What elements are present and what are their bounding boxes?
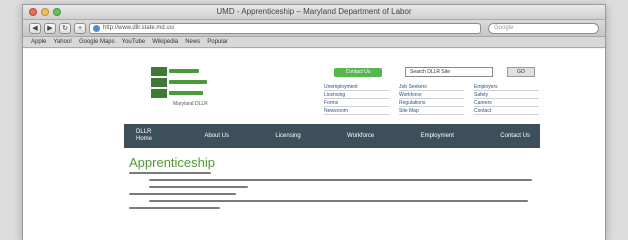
site-logo[interactable]: Maryland DLLR	[151, 67, 213, 109]
quick-link[interactable]: Licensing	[324, 91, 389, 99]
bookmark-item[interactable]: News	[185, 39, 200, 45]
bookmarks-bar: Apple Yahoo! Google Maps YouTube Wikiped…	[23, 37, 605, 48]
logo-tagline: Maryland DLLR	[173, 101, 208, 107]
bookmark-item[interactable]: YouTube	[122, 39, 146, 45]
title-bar: UMD - Apprenticeship – Maryland Departme…	[23, 5, 605, 20]
nav-item-contact[interactable]: Contact Us	[500, 133, 530, 140]
window-title: UMD - Apprenticeship – Maryland Departme…	[216, 7, 412, 16]
back-arrow-icon[interactable]: ◀	[29, 22, 41, 34]
logo-wordmark-line	[169, 80, 207, 84]
page-content: Maryland DLLR Contact Us Search DLLR Sit…	[23, 49, 605, 240]
bookmark-item[interactable]: Yahoo!	[53, 39, 72, 45]
text-line	[129, 193, 237, 195]
logo-block	[151, 89, 167, 98]
text-line	[149, 179, 533, 181]
logo-block	[151, 67, 167, 76]
logo-wordmark-line	[169, 91, 203, 95]
logo-block	[151, 78, 167, 87]
quick-link[interactable]: Workforce	[399, 91, 464, 99]
page-title: Apprenticeship	[129, 155, 215, 170]
contact-button[interactable]: Contact Us	[334, 68, 382, 77]
quick-link[interactable]: Careers	[474, 99, 539, 107]
text-line	[129, 172, 212, 174]
add-bookmark-icon[interactable]: +	[74, 22, 86, 34]
nav-item-licensing[interactable]: Licensing	[275, 133, 300, 140]
bookmark-item[interactable]: Wikipedia	[152, 39, 178, 45]
quick-link[interactable]: Newsroom	[324, 107, 389, 115]
forward-arrow-icon[interactable]: ▶	[44, 22, 56, 34]
url-text: http://www.dllr.state.md.us/	[103, 25, 175, 31]
nav-item-home[interactable]: DLLR Home	[136, 129, 158, 143]
quick-link[interactable]: Contact	[474, 107, 539, 115]
quick-link[interactable]: Employers	[474, 83, 539, 91]
quick-link[interactable]: Site Map	[399, 107, 464, 115]
quick-link[interactable]: Job Seekers	[399, 83, 464, 91]
address-bar[interactable]: http://www.dllr.state.md.us/	[89, 22, 481, 34]
nav-item-employment[interactable]: Employment	[421, 133, 454, 140]
text-line	[149, 186, 248, 188]
site-search-input[interactable]: Search DLLR Site	[405, 67, 493, 77]
bookmark-item[interactable]: Apple	[31, 39, 46, 45]
browser-toolbar: ◀ ▶ ↻ + http://www.dllr.state.md.us/ Goo…	[23, 20, 605, 37]
quick-link[interactable]: Forms	[324, 99, 389, 107]
browser-search-input[interactable]: Google	[488, 22, 599, 34]
quick-link[interactable]: Regulations	[399, 99, 464, 107]
nav-item-about[interactable]: About Us	[204, 133, 229, 140]
body-text	[129, 172, 541, 214]
logo-wordmark-line	[169, 69, 199, 73]
quick-link[interactable]: Safety	[474, 91, 539, 99]
reload-icon[interactable]: ↻	[59, 22, 71, 34]
search-go-button[interactable]: GO	[507, 67, 535, 77]
globe-icon	[93, 24, 100, 32]
quick-link[interactable]: Unemployment	[324, 83, 389, 91]
nav-item-workforce[interactable]: Workforce	[347, 133, 374, 140]
main-nav: DLLR Home About Us Licensing Workforce E…	[124, 124, 540, 148]
bookmark-item[interactable]: Popular	[207, 39, 228, 45]
browser-window: UMD - Apprenticeship – Maryland Departme…	[22, 4, 606, 240]
bookmark-item[interactable]: Google Maps	[79, 39, 115, 45]
text-line	[149, 200, 529, 202]
quick-links: Unemployment Job Seekers Employers Licen…	[324, 83, 539, 115]
text-line	[129, 207, 220, 209]
